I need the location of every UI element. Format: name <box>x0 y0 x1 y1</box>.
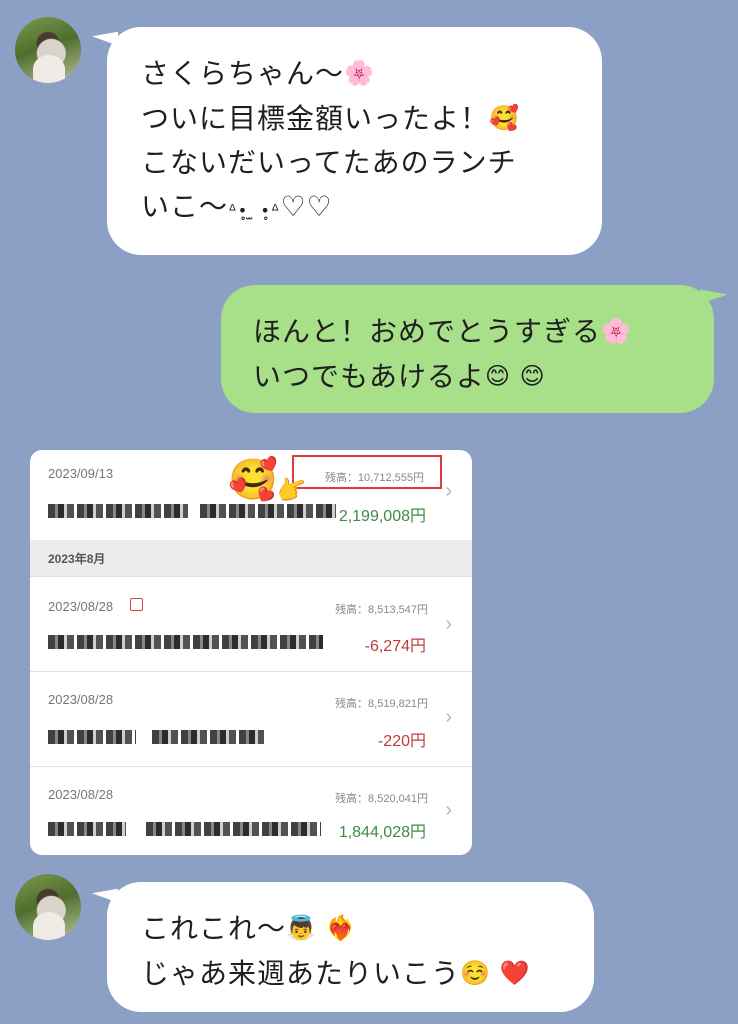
avatar[interactable] <box>15 874 81 940</box>
message-line: こないだいってたあのランチ <box>141 146 517 179</box>
redacted-description <box>146 822 321 836</box>
redacted-description <box>48 504 188 518</box>
transaction-date: 2023/09/13 <box>48 466 114 481</box>
table-row: 2023/08/28 残高：8,519,821円 -220円 › <box>30 672 472 767</box>
redacted-description <box>200 504 336 518</box>
message-line: ほんと！おめでとうすぎる🌸 <box>253 315 632 348</box>
redacted-description <box>48 730 136 744</box>
message-line: いつでもあけるよ😊 😊 <box>253 360 546 393</box>
avatar[interactable] <box>15 17 81 83</box>
kaomoji: ᐞ•̥ ̫ •̥ᐞ <box>228 201 281 220</box>
message-line: いこ〜ᐞ•̥ ̫ •̥ᐞ♡♡ <box>141 190 333 223</box>
transaction-date: 2023/08/28 <box>48 599 114 614</box>
smiling-emoji: 😊 😊 <box>485 362 546 390</box>
transaction-amount: -220円 <box>377 733 426 750</box>
chevron-right-icon: › <box>445 480 452 502</box>
redacted-description <box>48 822 126 836</box>
hearts: ♡♡ <box>280 190 333 223</box>
transaction-balance: 残高：8,513,547円 <box>335 604 428 616</box>
balance-highlight-box <box>292 455 442 489</box>
table-row: 2023/08/28 残高：8,513,547円 -6,274円 › <box>30 577 472 672</box>
angel-fire-heart-emoji: 👼 ❤️‍🔥 <box>286 914 357 942</box>
message-bubble-outgoing[interactable]: ほんと！おめでとうすぎる🌸 いつでもあけるよ😊 😊 <box>221 285 714 413</box>
smiling-hearts-emoji: 🥰 <box>228 458 278 502</box>
transaction-date: 2023/08/28 <box>48 692 114 707</box>
message-bubble-incoming[interactable]: さくらちゃん〜🌸 ついに目標金額いったよ！🥰 こないだいってたあのランチ いこ〜… <box>107 27 602 255</box>
table-row: 2023/08/28 残高：8,520,041円 1,844,028円 › <box>30 767 472 855</box>
month-label: 2023年8月 <box>48 552 106 566</box>
transaction-amount: 2,199,008円 <box>338 508 426 525</box>
transaction-date: 2023/08/28 <box>48 787 114 802</box>
message-line: さくらちゃん〜🌸 <box>141 57 375 90</box>
transaction-balance: 残高：8,520,041円 <box>335 793 428 805</box>
cherry-blossom-emoji: 🌸 <box>601 317 632 345</box>
message-line: ついに目標金額いったよ！🥰 <box>141 102 520 135</box>
chevron-right-icon: › <box>445 706 452 728</box>
shop-icon <box>130 598 143 611</box>
transaction-amount: -6,274円 <box>364 638 426 655</box>
month-header: 2023年8月 <box>30 540 472 577</box>
chevron-right-icon: › <box>445 799 452 821</box>
chevron-right-icon: › <box>445 613 452 635</box>
message-line: これこれ〜👼 ❤️‍🔥 <box>141 912 357 945</box>
redacted-description <box>48 635 323 649</box>
transaction-amount: 1,844,028円 <box>338 824 426 841</box>
message-bubble-incoming[interactable]: これこれ〜👼 ❤️‍🔥 じゃあ来週あたりいこう☺️ ❤️ <box>107 882 594 1012</box>
message-line: じゃあ来週あたりいこう☺️ ❤️ <box>141 957 531 990</box>
smiling-hearts-emoji: 🥰 <box>489 104 520 132</box>
cherry-blossom-emoji: 🌸 <box>344 59 375 87</box>
bank-statement-image[interactable]: 2023/09/13 残高：10,712,555円 2,199,008円 › 🥰… <box>30 450 472 855</box>
transaction-balance: 残高：8,519,821円 <box>335 698 428 710</box>
smiling-heart-emoji: ☺️ ❤️ <box>460 959 531 987</box>
redacted-description <box>152 730 264 744</box>
